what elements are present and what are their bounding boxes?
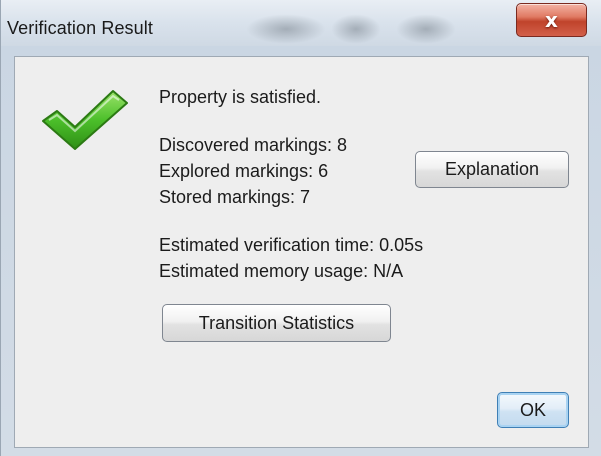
close-icon: x [545, 8, 558, 32]
memory-usage-text: Estimated memory usage: N/A [159, 261, 404, 281]
explanation-button[interactable]: Explanation [415, 151, 569, 188]
title-bar[interactable]: Verification Result x [1, 0, 601, 46]
verification-time-text: Estimated verification time: 0.05s [159, 235, 424, 255]
transition-statistics-button[interactable]: Transition Statistics [162, 304, 391, 342]
status-text: Property is satisfied. [159, 87, 322, 107]
explored-markings-text: Explored markings: 6 [159, 161, 329, 181]
stored-markings-text: Stored markings: 7 [159, 187, 311, 207]
dialog-window: Verification Result x Property is satisf… [0, 0, 601, 456]
green-checkmark-icon [42, 90, 128, 150]
content-panel: Property is satisfied. Discovered markin… [14, 56, 589, 448]
ok-button[interactable]: OK [497, 392, 569, 428]
window-title: Verification Result [7, 18, 153, 38]
discovered-markings-text: Discovered markings: 8 [159, 135, 348, 155]
close-button[interactable]: x [516, 3, 587, 37]
